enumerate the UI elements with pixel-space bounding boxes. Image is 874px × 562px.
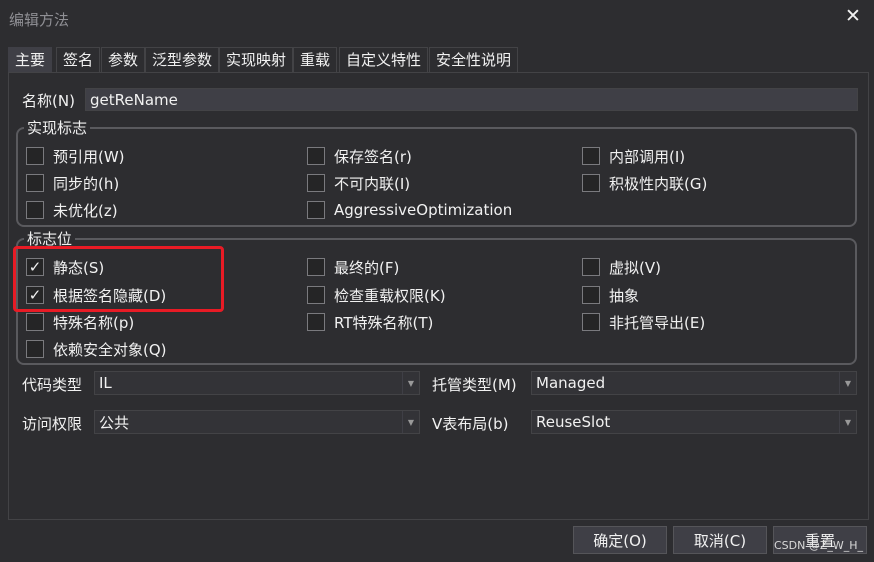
checkbox-box (307, 174, 325, 192)
vtable-layout-label: V表布局(b) (432, 415, 509, 433)
checkbox-box (307, 313, 325, 331)
checkbox-synchronized[interactable]: 同步的(h) (26, 172, 119, 194)
checkbox-noinlining-ref[interactable]: 预引用(W) (26, 145, 125, 167)
checkbox-check-access-override[interactable]: 检查重载权限(K) (307, 284, 446, 306)
managed-type-select[interactable]: Managed ▼ (531, 371, 857, 395)
checkbox-label: AggressiveOptimization (334, 201, 513, 219)
checkbox-label: 保存签名(r) (334, 147, 412, 166)
checkbox-label: RT特殊名称(T) (334, 313, 434, 332)
tab-generic-parameters[interactable]: 泛型参数 (145, 47, 220, 72)
tab-custom-attributes[interactable]: 自定义特性 (339, 47, 429, 72)
code-type-label: 代码类型 (22, 376, 83, 394)
name-input-box (85, 88, 858, 111)
impl-flags-title: 实现标志 (24, 117, 91, 138)
window-title: 编辑方法 (9, 11, 70, 29)
managed-type-value: Managed (536, 374, 606, 392)
checkbox-box (582, 174, 600, 192)
code-type-value: IL (99, 374, 112, 392)
checkbox-box (582, 147, 600, 165)
checkbox-label: 同步的(h) (53, 174, 120, 193)
checkbox-box (26, 340, 44, 358)
tab-main[interactable]: 主要 (8, 47, 53, 72)
red-highlight-box (13, 246, 224, 312)
checkbox-label: 依赖安全对象(Q) (53, 340, 167, 359)
tab-security[interactable]: 安全性说明 (429, 47, 519, 72)
access-label: 访问权限 (22, 415, 83, 433)
chevron-down-icon: ▼ (839, 372, 856, 394)
checkbox-final[interactable]: 最终的(F) (307, 256, 399, 278)
checkbox-label: 特殊名称(p) (53, 313, 135, 332)
checkbox-box (307, 147, 325, 165)
title-bar (0, 0, 874, 38)
name-label: 名称(N) (22, 92, 75, 110)
checkbox-nooptimization[interactable]: 未优化(z) (26, 199, 118, 221)
tab-impl-map[interactable]: 实现映射 (219, 47, 294, 72)
checkbox-label: 抽象 (609, 286, 640, 305)
checkbox-box (307, 258, 325, 276)
chevron-down-icon: ▼ (402, 411, 419, 433)
vtable-layout-value: ReuseSlot (536, 413, 611, 431)
checkbox-label: 非托管导出(E) (609, 313, 706, 332)
checkbox-label: 未优化(z) (53, 201, 118, 220)
checkbox-box (26, 201, 44, 219)
checkbox-label: 最终的(F) (334, 258, 400, 277)
checkbox-label: 虚拟(V) (609, 258, 661, 277)
checkbox-noinlining[interactable]: 不可内联(I) (307, 172, 410, 194)
managed-type-label: 托管类型(M) (432, 376, 517, 394)
checkbox-label: 不可内联(I) (334, 174, 411, 193)
checkbox-aggressive-optimization[interactable]: AggressiveOptimization (307, 199, 512, 221)
chevron-down-icon: ▼ (839, 411, 856, 433)
tab-parameters[interactable]: 参数 (101, 47, 146, 72)
checkbox-require-sec-object[interactable]: 依赖安全对象(Q) (26, 338, 167, 360)
checkbox-box (26, 147, 44, 165)
name-input[interactable] (86, 89, 857, 110)
checkbox-rt-special-name[interactable]: RT特殊名称(T) (307, 311, 433, 333)
tab-overrides[interactable]: 重载 (293, 47, 338, 72)
cancel-button[interactable]: 取消(C) (673, 526, 767, 554)
checkbox-abstract[interactable]: 抽象 (582, 284, 639, 306)
access-select[interactable]: 公共 ▼ (94, 410, 420, 434)
checkbox-virtual[interactable]: 虚拟(V) (582, 256, 661, 278)
code-type-select[interactable]: IL ▼ (94, 371, 420, 395)
checkbox-aggressive-inlining[interactable]: 积极性内联(G) (582, 172, 707, 194)
vtable-layout-select[interactable]: ReuseSlot ▼ (531, 410, 857, 434)
close-icon[interactable]: ✕ (844, 5, 862, 29)
ok-button[interactable]: 确定(O) (573, 526, 667, 554)
checkbox-label: 检查重载权限(K) (334, 286, 446, 305)
checkbox-unmanaged-export[interactable]: 非托管导出(E) (582, 311, 705, 333)
checkbox-box (307, 201, 325, 219)
tab-signature[interactable]: 签名 (56, 47, 101, 72)
watermark: CSDN @Z_W_H_ (774, 539, 864, 552)
checkbox-label: 内部调用(I) (609, 147, 686, 166)
access-value: 公共 (99, 413, 130, 432)
checkbox-box (26, 174, 44, 192)
checkbox-box (582, 258, 600, 276)
checkbox-internal-call[interactable]: 内部调用(I) (582, 145, 685, 167)
checkbox-label: 预引用(W) (53, 147, 125, 166)
checkbox-label: 积极性内联(G) (609, 174, 708, 193)
checkbox-box (26, 313, 44, 331)
checkbox-special-name[interactable]: 特殊名称(p) (26, 311, 134, 333)
checkbox-box (307, 286, 325, 304)
chevron-down-icon: ▼ (402, 372, 419, 394)
checkbox-box (582, 313, 600, 331)
checkbox-box (582, 286, 600, 304)
checkbox-preserve-sig[interactable]: 保存签名(r) (307, 145, 412, 167)
